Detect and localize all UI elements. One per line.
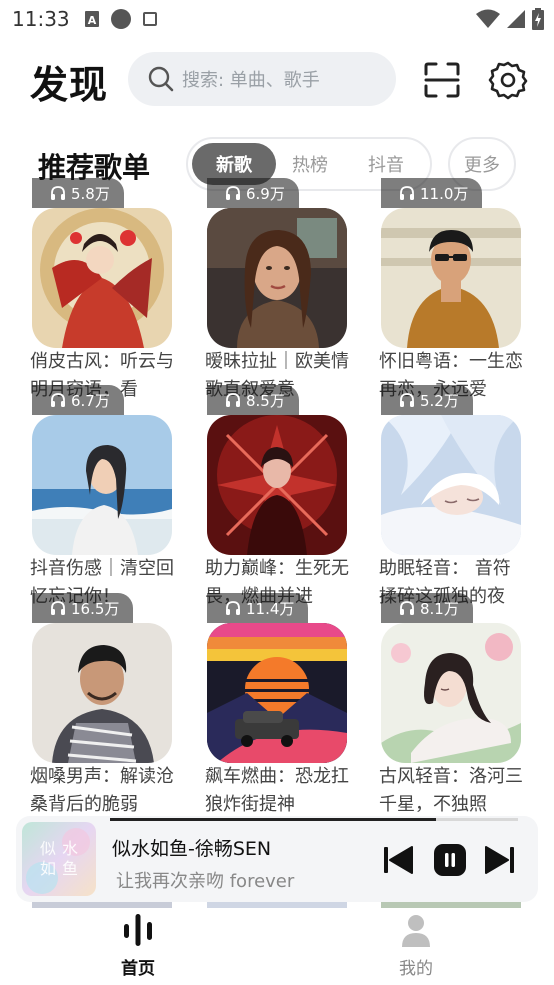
sound-wave-icon xyxy=(124,914,152,946)
play-count-badge: 8.1万 xyxy=(381,593,473,623)
headphones-icon xyxy=(51,393,65,407)
playlist-cover xyxy=(32,415,172,555)
play-count: 5.8万 xyxy=(71,184,110,203)
art-char-4: 鱼 xyxy=(62,859,78,878)
scan-icon[interactable] xyxy=(424,62,460,98)
playlist-title: 古风轻音：洛河三千星，不独照 xyxy=(379,766,523,815)
square-icon xyxy=(143,12,157,26)
play-count-badge: 11.0万 xyxy=(381,178,483,208)
play-count: 8.1万 xyxy=(420,599,459,618)
playlist-cover xyxy=(32,623,172,763)
signal-icon xyxy=(507,10,525,28)
nav-mine[interactable]: 我的 xyxy=(376,912,456,982)
playlist-cover xyxy=(32,208,172,348)
search-input[interactable]: 搜索: 单曲、歌手 xyxy=(128,52,396,106)
font-a-icon: A xyxy=(85,11,99,27)
headphones-icon xyxy=(51,186,65,200)
headphones-icon xyxy=(226,186,240,200)
playlist-cover xyxy=(381,415,521,555)
previous-track-icon[interactable] xyxy=(382,844,414,876)
play-count: 5.2万 xyxy=(420,391,459,410)
header: 发现 搜索: 单曲、歌手 xyxy=(0,50,554,110)
play-count: 6.9万 xyxy=(246,184,285,203)
art-char-3: 如 xyxy=(40,859,56,878)
nav-home-label: 首页 xyxy=(121,959,155,979)
play-count-badge: 8.5万 xyxy=(207,385,299,415)
play-count-badge: 6.7万 xyxy=(32,385,124,415)
play-count: 11.4万 xyxy=(246,599,295,618)
status-time: 11:33 xyxy=(12,7,70,31)
play-count-badge: 5.8万 xyxy=(32,178,124,208)
playlist-title: 烟嗓男声：解读沧桑背后的脆弱 xyxy=(30,766,174,815)
dot-icon xyxy=(111,9,131,29)
play-count: 16.5万 xyxy=(71,599,120,618)
playlist-cover xyxy=(207,415,347,555)
play-count: 8.5万 xyxy=(246,391,285,410)
play-count-badge: 5.2万 xyxy=(381,385,473,415)
play-count-badge: 16.5万 xyxy=(32,593,134,623)
nav-mine-label: 我的 xyxy=(399,959,433,979)
play-count: 11.0万 xyxy=(420,184,469,203)
playback-progress-fill xyxy=(110,818,437,821)
play-count: 6.7万 xyxy=(71,391,110,410)
wifi-icon xyxy=(476,9,500,28)
headphones-icon xyxy=(400,601,414,615)
playlist-cover xyxy=(207,208,347,348)
playlist-title: 飙车燃曲：恐龙扛狼炸街提神 xyxy=(205,766,349,815)
svg-text:A: A xyxy=(88,14,97,27)
bottom-navigation: 首页 我的 xyxy=(0,908,554,985)
gear-icon[interactable] xyxy=(488,60,528,100)
headphones-icon xyxy=(400,186,414,200)
play-count-badge: 6.9万 xyxy=(207,178,299,208)
now-playing-title: 似水如鱼-徐畅SEN xyxy=(112,838,272,860)
headphones-icon xyxy=(226,601,240,615)
headphones-icon xyxy=(400,393,414,407)
search-icon xyxy=(148,66,174,92)
next-track-icon[interactable] xyxy=(484,844,516,876)
playlist-cover xyxy=(381,208,521,348)
nav-home[interactable]: 首页 xyxy=(98,912,178,982)
mini-player[interactable]: 似 水 如 鱼 似水如鱼-徐畅SEN 让我再次亲吻 forever xyxy=(16,816,538,902)
headphones-icon xyxy=(226,393,240,407)
person-icon xyxy=(402,915,430,947)
page-title: 发现 xyxy=(30,63,109,107)
now-playing-lyric: 让我再次亲吻 forever xyxy=(116,871,295,892)
play-count-badge: 11.4万 xyxy=(207,593,309,623)
status-bar: 11:33 A xyxy=(0,0,554,38)
pause-icon[interactable] xyxy=(434,844,466,876)
search-placeholder: 搜索: 单曲、歌手 xyxy=(182,70,320,91)
headphones-icon xyxy=(51,601,65,615)
now-playing-art[interactable]: 似 水 如 鱼 xyxy=(22,822,96,896)
playlist-cover xyxy=(207,623,347,763)
art-char-2: 水 xyxy=(62,839,78,858)
art-char-1: 似 xyxy=(40,839,56,858)
battery-icon xyxy=(532,8,544,30)
playlist-cover xyxy=(381,623,521,763)
playback-progress[interactable] xyxy=(110,818,518,821)
